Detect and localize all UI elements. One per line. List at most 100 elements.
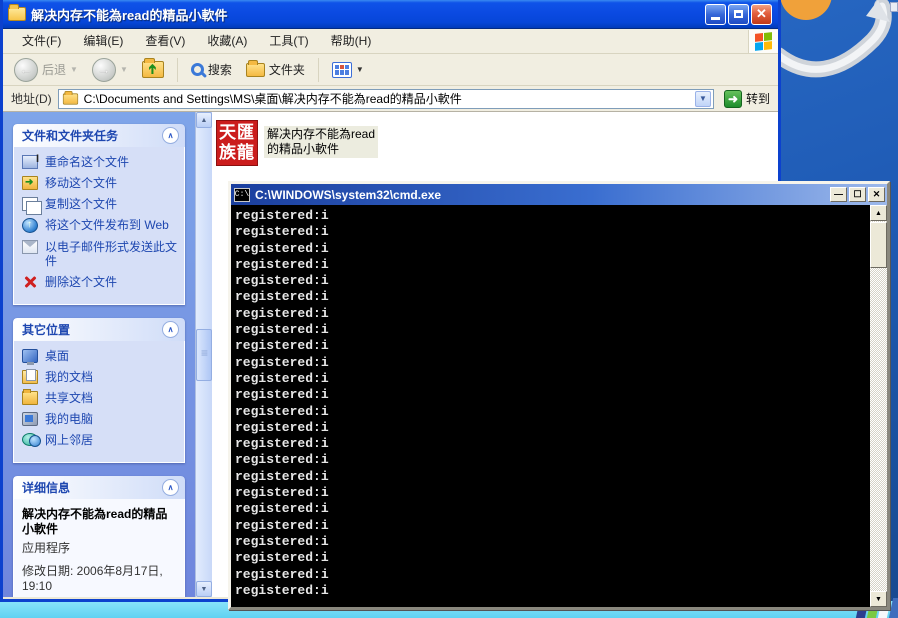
- scroll-down-icon[interactable]: ▼: [870, 591, 887, 607]
- address-bar: 地址(D) C:\Documents and Settings\MS\桌面\解决…: [3, 86, 778, 112]
- move-icon: [22, 176, 38, 190]
- details-header[interactable]: 详细信息 ∧: [13, 476, 185, 499]
- screen: 解决内存不能為read的精品小軟件 ✕ 文件(F)编辑(E)查看(V)收藏(A)…: [0, 0, 898, 618]
- cmd-maximize-button[interactable]: ☐: [849, 187, 866, 202]
- cmd-close-button[interactable]: ✕: [868, 187, 885, 202]
- menu-item[interactable]: 编辑(E): [72, 31, 134, 51]
- file-tasks-header[interactable]: 文件和文件夹任务 ∧: [13, 124, 185, 147]
- mycomputer-icon: [22, 412, 38, 426]
- close-button[interactable]: ✕: [751, 4, 772, 25]
- publish-icon: [22, 218, 38, 233]
- console-line: registered:i: [235, 208, 868, 224]
- menu-item[interactable]: 文件(F): [11, 31, 72, 51]
- forward-icon: →: [92, 58, 116, 82]
- wallpaper-swoosh-graphic: [778, 0, 898, 110]
- console-line: registered:i: [235, 420, 868, 436]
- toolbar: ← 后退 ▼ → ▼ 搜索 文件夹 ▼: [3, 54, 778, 86]
- console-line: registered:i: [235, 338, 868, 354]
- copy-icon: [22, 197, 38, 211]
- back-dropdown-icon[interactable]: ▼: [70, 65, 78, 74]
- up-folder-icon: [142, 61, 164, 78]
- explorer-titlebar[interactable]: 解决内存不能為read的精品小軟件 ✕: [3, 0, 778, 29]
- details-file-name: 解决内存不能為read的精品小軟件: [22, 507, 178, 537]
- console-line: registered:i: [235, 567, 868, 583]
- place-link[interactable]: 我的电脑: [22, 412, 178, 426]
- go-arrow-icon: ➜: [724, 90, 742, 108]
- scrollbar-thumb[interactable]: [870, 222, 887, 268]
- task-link[interactable]: 复制这个文件: [22, 197, 178, 211]
- place-link[interactable]: 我的文档: [22, 370, 178, 384]
- console-line: registered:i: [235, 224, 868, 240]
- menu-item[interactable]: 查看(V): [134, 31, 196, 51]
- console-line: registered:i: [235, 273, 868, 289]
- other-places-header[interactable]: 其它位置 ∧: [13, 318, 185, 341]
- place-link[interactable]: 共享文档: [22, 391, 178, 405]
- maximize-button[interactable]: [728, 4, 749, 25]
- console-line: registered:i: [235, 241, 868, 257]
- place-link[interactable]: 桌面: [22, 349, 178, 363]
- task-link[interactable]: 以电子邮件形式发送此文件: [22, 240, 178, 268]
- console-line: registered:i: [235, 289, 868, 305]
- task-link[interactable]: 删除这个文件: [22, 275, 178, 289]
- search-button[interactable]: 搜索: [186, 59, 237, 80]
- console-line: registered:i: [235, 469, 868, 485]
- file-item[interactable]: 天匯 族龍 解决内存不能為read 的精品小軟件: [216, 120, 778, 166]
- details-modified-date: 修改日期: 2006年8月17日, 19:10: [22, 564, 178, 594]
- menu-item[interactable]: 帮助(H): [320, 31, 383, 51]
- views-icon: [332, 62, 352, 78]
- cmd-scrollbar[interactable]: ▲ ▼: [870, 205, 887, 607]
- task-link[interactable]: 移动这个文件: [22, 176, 178, 190]
- console-line: registered:i: [235, 257, 868, 273]
- console-line: registered:i: [235, 534, 868, 550]
- console-line: registered:i: [235, 355, 868, 371]
- scroll-down-icon[interactable]: ▼: [196, 581, 212, 597]
- task-link[interactable]: 重命名这个文件: [22, 155, 178, 169]
- collapse-chevron-icon[interactable]: ∧: [162, 321, 179, 338]
- forward-dropdown-icon[interactable]: ▼: [120, 65, 128, 74]
- task-link[interactable]: 将这个文件发布到 Web: [22, 218, 178, 233]
- details-panel: 详细信息 ∧ 解决内存不能為read的精品小軟件 应用程序 修改日期: 2006…: [13, 476, 185, 597]
- place-link[interactable]: 网上邻居: [22, 433, 178, 447]
- scrollbar-thumb[interactable]: [196, 329, 212, 381]
- go-button[interactable]: ➜ 转到: [720, 89, 774, 109]
- toolbar-separator: [177, 58, 178, 82]
- console-line: registered:i: [235, 518, 868, 534]
- back-button[interactable]: ← 后退 ▼: [9, 56, 83, 84]
- sharedocs-icon: [22, 391, 38, 405]
- windows-flag-icon: [748, 30, 778, 53]
- delete-icon: [22, 275, 38, 289]
- cmd-titlebar[interactable]: C:\ C:\WINDOWS\system32\cmd.exe — ☐ ✕: [231, 184, 887, 205]
- menu-item[interactable]: 收藏(A): [196, 31, 258, 51]
- scroll-up-icon[interactable]: ▲: [196, 112, 212, 128]
- address-label: 地址(D): [11, 90, 52, 107]
- console-line: registered:i: [235, 387, 868, 403]
- window-title: 解决内存不能為read的精品小軟件: [31, 5, 705, 24]
- up-button[interactable]: [137, 59, 169, 80]
- console-line: registered:i: [235, 322, 868, 338]
- folder-icon: [8, 7, 26, 21]
- scroll-up-icon[interactable]: ▲: [870, 205, 887, 221]
- address-input[interactable]: C:\Documents and Settings\MS\桌面\解决内存不能為r…: [58, 89, 714, 109]
- cmd-minimize-button[interactable]: —: [830, 187, 847, 202]
- collapse-chevron-icon[interactable]: ∧: [162, 479, 179, 496]
- views-button[interactable]: ▼: [327, 60, 369, 80]
- address-dropdown-icon[interactable]: ▼: [695, 91, 711, 107]
- rename-icon: [22, 155, 38, 169]
- address-folder-icon: [63, 93, 78, 104]
- folders-button[interactable]: 文件夹: [241, 59, 310, 80]
- minimize-button[interactable]: [705, 4, 726, 25]
- search-icon: [191, 63, 204, 76]
- address-path: C:\Documents and Settings\MS\桌面\解决内存不能為r…: [84, 90, 691, 107]
- menu-item[interactable]: 工具(T): [258, 31, 319, 51]
- task-pane-scrollbar[interactable]: ▲ ▼: [195, 112, 212, 597]
- console-line: registered:i: [235, 371, 868, 387]
- task-pane: 文件和文件夹任务 ∧ 重命名这个文件: [3, 112, 195, 597]
- details-file-type: 应用程序: [22, 539, 178, 556]
- file-tasks-panel: 文件和文件夹任务 ∧ 重命名这个文件: [13, 124, 185, 305]
- collapse-chevron-icon[interactable]: ∧: [162, 127, 179, 144]
- cmd-icon: C:\: [234, 188, 250, 202]
- forward-button[interactable]: → ▼: [87, 56, 133, 84]
- console-line: registered:i: [235, 583, 868, 599]
- folders-icon: [246, 63, 265, 77]
- console-line: registered:i: [235, 436, 868, 452]
